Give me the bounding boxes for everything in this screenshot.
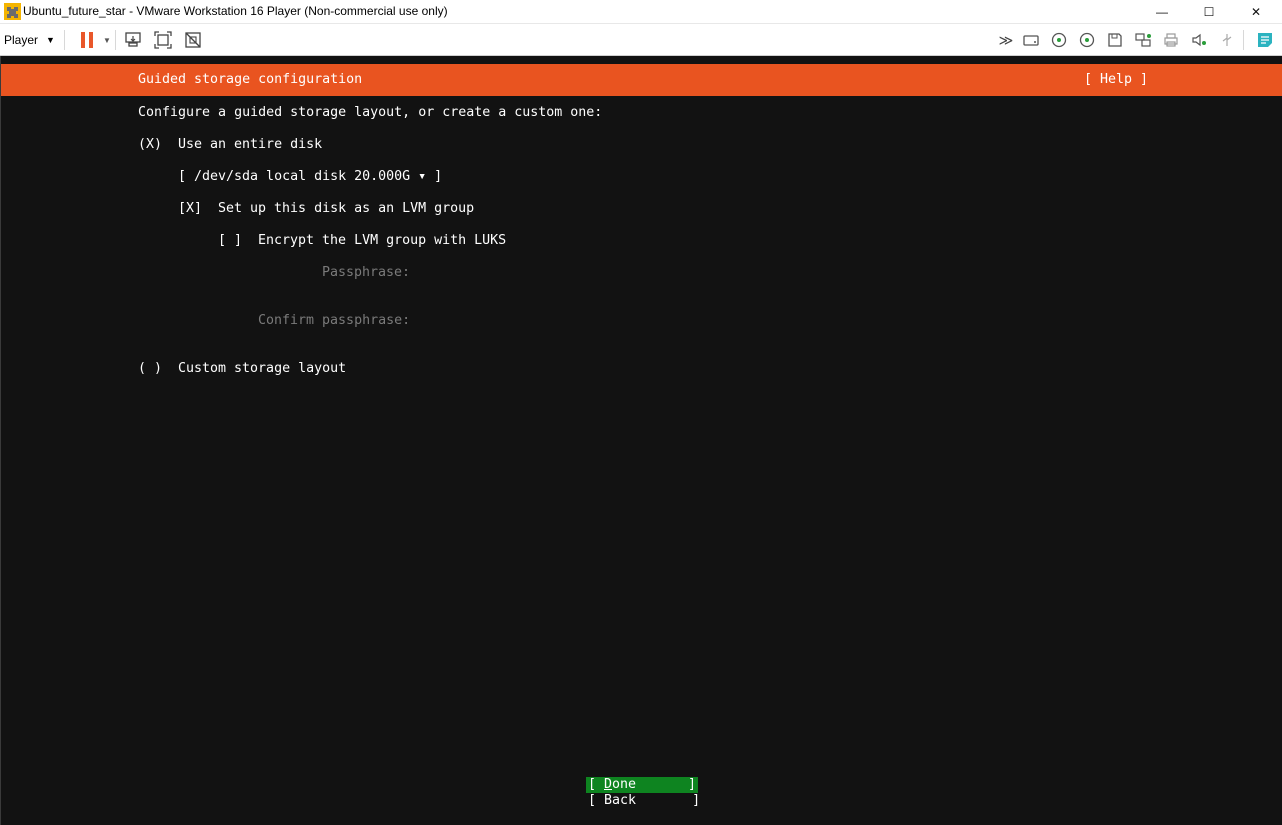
back-button-label: [ Back ] (588, 793, 701, 808)
maximize-button[interactable]: ☐ (1186, 0, 1232, 24)
help-button[interactable]: [ Help ] (1084, 72, 1148, 88)
chevron-down-icon: ▼ (46, 35, 55, 45)
full-screen-icon[interactable] (152, 29, 174, 51)
done-button-open: [ (588, 777, 605, 792)
pause-dropdown-icon[interactable]: ▼ (100, 29, 114, 51)
hard-disk-icon[interactable] (1020, 29, 1042, 51)
usb-icon[interactable] (1216, 29, 1238, 51)
unity-icon[interactable] (182, 29, 204, 51)
toolbar-divider (115, 30, 116, 50)
passphrase-label: Passphrase: (322, 265, 411, 280)
close-button[interactable]: ✕ (1233, 0, 1279, 24)
window-title-bar: Ubuntu_future_star - VMware Workstation … (0, 0, 1282, 24)
player-menu-button[interactable]: Player ▼ (4, 30, 55, 50)
printer-icon[interactable] (1160, 29, 1182, 51)
custom-layout-radio[interactable]: ( ) (138, 361, 162, 377)
use-entire-disk-radio[interactable]: (X) (138, 137, 162, 153)
sound-card-icon[interactable] (1188, 29, 1210, 51)
network-adapter-icon[interactable] (1132, 29, 1154, 51)
floppy-icon[interactable] (1104, 29, 1126, 51)
player-toolbar: Player ▼ ▼ ≫ (0, 24, 1282, 56)
cd-dvd-2-icon[interactable] (1076, 29, 1098, 51)
player-menu-label: Player (4, 33, 39, 47)
storage-prompt: Configure a guided storage layout, or cr… (138, 105, 603, 120)
send-ctrl-alt-del-icon[interactable] (122, 29, 144, 51)
done-button-rest: one (612, 777, 637, 792)
lvm-checkbox[interactable]: [X] (178, 201, 202, 217)
cd-dvd-icon[interactable] (1048, 29, 1070, 51)
more-devices-icon[interactable]: ≫ (995, 29, 1017, 51)
confirm-passphrase-label: Confirm passphrase: (258, 313, 411, 328)
back-button[interactable]: [ Back ] (586, 793, 701, 809)
disk-select-dropdown[interactable]: [ /dev/sda local disk 20.000G ▾ ] (178, 169, 442, 185)
message-log-icon[interactable] (1254, 29, 1276, 51)
page-title: Guided storage configuration (138, 72, 363, 87)
done-button[interactable]: [ D one ] (586, 777, 698, 793)
vmware-logo-icon (4, 3, 21, 20)
vm-console[interactable]: Guided storage configuration [ Help ] Co… (0, 56, 1282, 825)
done-button-mnemonic: D (604, 777, 613, 792)
encrypt-checkbox[interactable]: [ ] (218, 233, 242, 249)
window-title: Ubuntu_future_star - VMware Workstation … (23, 4, 448, 18)
use-entire-disk-label[interactable]: Use an entire disk (178, 137, 322, 153)
lvm-label[interactable]: Set up this disk as an LVM group (218, 201, 474, 217)
minimize-button[interactable]: — (1139, 0, 1185, 24)
installer-header-bar: Guided storage configuration [ Help ] (1, 64, 1282, 96)
custom-layout-label[interactable]: Custom storage layout (178, 361, 346, 377)
toolbar-divider (1243, 30, 1244, 50)
encrypt-label[interactable]: Encrypt the LVM group with LUKS (258, 233, 506, 249)
done-button-close: ] (688, 777, 697, 792)
pause-icon[interactable] (76, 29, 98, 51)
toolbar-divider (64, 30, 65, 50)
